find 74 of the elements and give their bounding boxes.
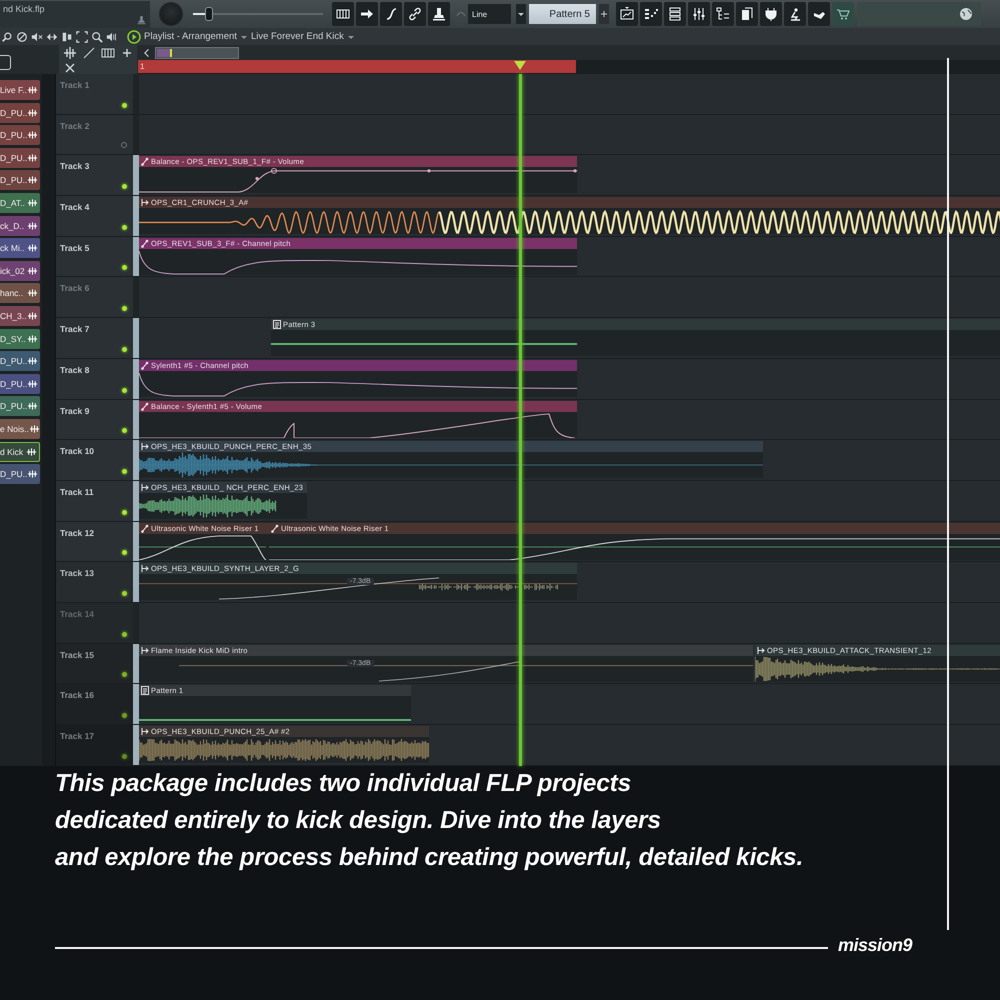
track-name: Track 5	[60, 242, 90, 253]
channel-name: d Kick	[0, 446, 24, 456]
channel-name: CH_3..	[0, 310, 26, 321]
track-name: Track 8	[60, 364, 90, 375]
track-name: Track 4	[60, 202, 90, 212]
channel-button[interactable]: ck_D..	[0, 216, 40, 236]
channel-name: D_PU..	[0, 356, 28, 366]
track-header[interactable]: Track 4	[56, 196, 133, 236]
channel-button[interactable]: D_PU..	[0, 464, 40, 484]
caption-text: This package includes two individual FLP projects dedicated entirely to kick design. Dive into the layers and explore the process behind creating powerful, detailed kicks.	[55, 769, 804, 873]
track-header[interactable]: Track 13	[56, 562, 133, 602]
channel-button[interactable]: ck Mi..	[0, 238, 40, 258]
channel-name: ck_D..	[0, 220, 24, 231]
track-name: Track 6	[60, 283, 90, 294]
channel-button[interactable]: ick_02	[0, 260, 40, 281]
track-header[interactable]: Track 7	[56, 318, 133, 358]
channel-name: hanc..	[0, 288, 24, 298]
channel-button[interactable]: d Kick	[0, 442, 40, 462]
channel-name: ck Mi..	[0, 243, 25, 254]
file-name: nd Kick.flp	[3, 4, 45, 14]
channel-name: D_SY..	[0, 334, 26, 344]
track-header[interactable]: Track 9	[56, 400, 133, 440]
track-name: Track 7	[60, 324, 90, 334]
track-header[interactable]: Track 12	[56, 522, 133, 562]
channel-name: D_PU..	[0, 108, 28, 118]
track-name: Track 1	[60, 80, 90, 90]
brand-logo: mission9	[838, 935, 912, 956]
track-name: Track 11	[60, 486, 94, 497]
channel-button[interactable]: CH_3..	[0, 306, 40, 326]
channel-button[interactable]: hanc..	[0, 283, 40, 304]
snap-dropdown[interactable]: Line	[468, 4, 511, 24]
track-header[interactable]: Track 3	[56, 155, 133, 196]
channel-button[interactable]: Live F..	[0, 80, 40, 100]
channel-button[interactable]: D_PU..	[0, 396, 40, 416]
channel-button[interactable]: D_PU..	[0, 374, 40, 394]
channel-name: D_PU..	[0, 175, 28, 186]
pattern-selector[interactable]: Pattern 5	[529, 4, 596, 24]
track-header[interactable]: Track 10	[56, 440, 133, 480]
channel-button[interactable]: D_PU..	[0, 170, 40, 190]
playlist-title: Playlist - Arrangement	[144, 31, 237, 42]
track-header[interactable]: Track 17	[56, 725, 133, 765]
channel-button[interactable]: e Nois..	[0, 418, 40, 439]
channel-name: ick_02	[0, 266, 25, 276]
track-header[interactable]: Track 15	[56, 644, 133, 684]
channel-name: D_AT..	[0, 198, 25, 208]
track-header[interactable]: Track 5	[56, 236, 133, 276]
track-name: Track 12	[60, 528, 94, 538]
channel-button[interactable]: D_PU..	[0, 351, 40, 372]
channel-button[interactable]: D_PU..	[0, 102, 40, 123]
track-header[interactable]: Track 8	[56, 358, 133, 398]
track-name: Track 10	[60, 446, 94, 456]
track-name: Track 2	[60, 120, 90, 131]
channel-name: D_PU..	[0, 401, 28, 412]
channel-button[interactable]: D_PU..	[0, 148, 40, 168]
channel-button[interactable]: D_AT..	[0, 192, 40, 213]
track-name: Track 14	[60, 608, 94, 619]
channel-button[interactable]: D_PU..	[0, 125, 40, 146]
channel-name: D_PU..	[0, 130, 28, 140]
track-name: Track 9	[60, 406, 90, 416]
channel-button[interactable]: D_SY..	[0, 328, 40, 349]
arrangement-name[interactable]: Live Forever End Kick	[250, 31, 344, 42]
track-header[interactable]: Track 11	[56, 480, 133, 521]
channel-name: Live F..	[0, 85, 27, 95]
track-name: Track 13	[60, 568, 94, 578]
track-name: Track 17	[60, 731, 94, 741]
track-name: Track 16	[60, 690, 94, 700]
channel-name: D_PU..	[0, 469, 28, 480]
channel-name: e Nois..	[0, 424, 29, 434]
track-name: Track 3	[60, 161, 90, 172]
channel-name: D_PU..	[0, 378, 28, 389]
track-name: Track 15	[60, 650, 94, 660]
track-header[interactable]: Track 16	[56, 684, 133, 724]
channel-name: D_PU..	[0, 152, 28, 163]
timeline-ruler[interactable]: 1	[138, 60, 576, 73]
